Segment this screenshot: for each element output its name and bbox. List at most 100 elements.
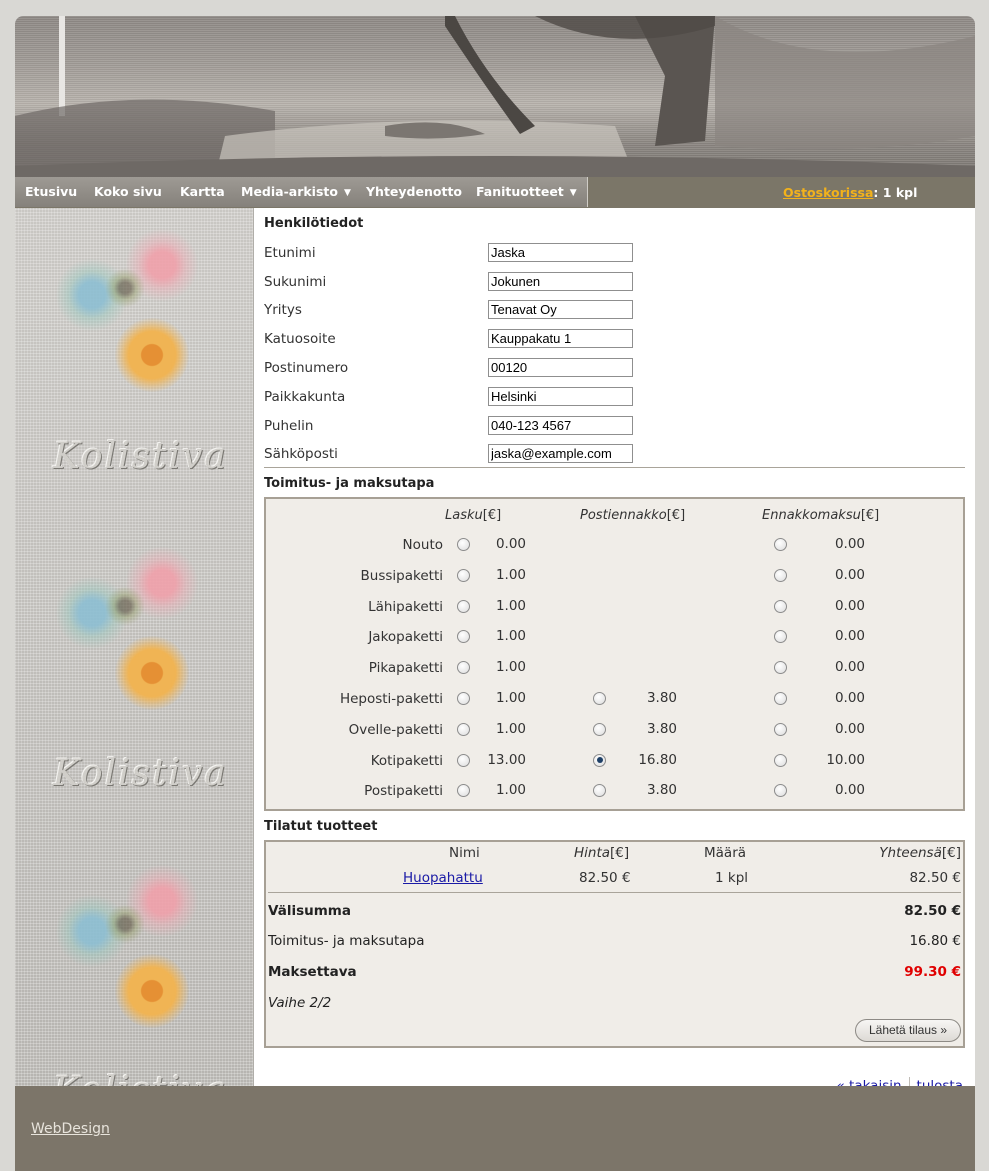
divider	[264, 467, 965, 468]
paikkakunta-field[interactable]	[488, 387, 633, 406]
label-paikkakunta: Paikkakunta	[264, 389, 346, 405]
delivery-method-label: Nouto	[402, 537, 443, 553]
price-ennakko: 0.00	[834, 720, 865, 737]
cart-status: Ostoskorissa: 1 kpl	[783, 185, 918, 200]
price-lasku: 1.00	[495, 659, 526, 676]
radio-ennakko[interactable]	[774, 784, 787, 798]
radio-ennakko[interactable]	[774, 722, 787, 736]
price-postiennakko: 3.80	[646, 690, 677, 706]
subtotal-value: 82.50 €	[904, 903, 961, 919]
page: Etusivu Koko sivu Kartta Media-arkisto ▼ …	[15, 16, 975, 1171]
price-ennakko: 0.00	[834, 597, 865, 614]
sidebar-decoration: Kolistiva Kolistiva Kolistiva	[15, 208, 254, 1086]
postinumero-field[interactable]	[488, 358, 633, 377]
radio-ennakko[interactable]	[774, 753, 787, 767]
submit-order-button[interactable]: Lähetä tilaus »	[855, 1019, 961, 1042]
flower-illustration	[55, 546, 215, 846]
sidebar-logo: Kolistiva	[53, 1070, 226, 1086]
delivery-method-label: Pikapaketti	[368, 660, 443, 677]
flower-illustration	[55, 228, 215, 528]
price-ennakko: 0.00	[834, 690, 865, 706]
label-katuosoite: Katuosoite	[264, 331, 336, 347]
section-title-products: Tilatut tuotteet	[264, 819, 378, 834]
label-puhelin: Puhelin	[264, 418, 314, 434]
price-lasku: 1.00	[495, 690, 526, 706]
sidebar-logo: Kolistiva	[53, 436, 228, 477]
divider	[268, 892, 961, 893]
price-lasku: 1.00	[495, 597, 526, 614]
nav-item-koko-sivu[interactable]: Koko sivu	[84, 177, 173, 207]
products-box: Nimi Hinta[€] Määrä Yhteensä[€] Huopahat…	[264, 840, 965, 1048]
webdesign-link[interactable]: WebDesign	[31, 1121, 110, 1137]
label-postinumero: Postinumero	[264, 360, 349, 376]
price-lasku: 0.00	[495, 536, 526, 552]
nav-item-fanituotteet[interactable]: Fanituotteet ▼	[466, 177, 588, 207]
radio-ennakko[interactable]	[774, 692, 787, 705]
column-header-yhteensa: Yhteensä[€]	[879, 845, 961, 861]
sidebar-logo: Kolistiva	[53, 753, 228, 794]
product-qty: 1 kpl	[715, 870, 749, 886]
nav-item-media-arkisto[interactable]: Media-arkisto ▼	[231, 177, 362, 207]
price-ennakko: 10.00	[826, 751, 865, 768]
column-header-postiennakko: Postiennakko[€]	[580, 508, 686, 523]
radio-postiennakko[interactable]	[593, 753, 606, 767]
chevron-down-icon: ▼	[343, 188, 351, 198]
label-etunimi: Etunimi	[264, 245, 316, 261]
header-banner-image	[15, 16, 975, 177]
etunimi-field[interactable]	[488, 243, 633, 262]
price-ennakko: 0.00	[834, 659, 865, 676]
price-postiennakko: 3.80	[646, 720, 677, 737]
price-ennakko: 0.00	[834, 782, 865, 799]
radio-postiennakko[interactable]	[593, 784, 606, 798]
yritys-field[interactable]	[488, 300, 633, 319]
step-indicator: Vaihe 2/2	[268, 995, 332, 1011]
nav-item-yhteydenotto[interactable]: Yhteydenotto	[356, 177, 474, 207]
katuosoite-field[interactable]	[488, 329, 633, 348]
column-header-maara: Määrä	[704, 845, 747, 861]
radio-ennakko[interactable]	[774, 538, 787, 551]
radio-ennakko[interactable]	[774, 661, 787, 675]
subtotal-label: Välisumma	[268, 903, 351, 919]
email-field[interactable]	[488, 444, 633, 463]
price-postiennakko: 3.80	[646, 782, 677, 799]
nav-item-kartta[interactable]: Kartta	[170, 177, 236, 207]
price-ennakko: 0.00	[834, 536, 865, 552]
delivery-method-label: Postipaketti	[364, 783, 443, 800]
price-lasku: 13.00	[487, 751, 526, 768]
column-header-nimi: Nimi	[449, 845, 480, 861]
price-ennakko: 0.00	[834, 566, 865, 583]
product-link[interactable]: Huopahattu	[403, 870, 483, 886]
chevron-down-icon: ▼	[569, 188, 577, 198]
main-navigation: Etusivu Koko sivu Kartta Media-arkisto ▼ …	[15, 177, 975, 208]
nav-item-etusivu[interactable]: Etusivu	[15, 177, 89, 207]
label-sahkoposti: Sähköposti	[264, 446, 338, 462]
column-header-lasku: Lasku[€]	[445, 508, 502, 523]
product-total: 82.50 €	[909, 870, 961, 886]
price-lasku: 1.00	[495, 782, 526, 799]
price-ennakko: 0.00	[834, 628, 865, 645]
flower-illustration	[55, 864, 215, 1086]
price-lasku: 1.00	[495, 628, 526, 645]
delivery-method-label: Ovelle-paketti	[348, 721, 443, 738]
column-header-hinta: Hinta[€]	[574, 845, 630, 861]
delivery-cost-label: Toimitus- ja maksutapa	[268, 933, 425, 949]
delivery-method-label: Bussipaketti	[360, 567, 443, 584]
radio-postiennakko[interactable]	[593, 722, 606, 736]
radio-postiennakko[interactable]	[593, 692, 606, 705]
label-yritys: Yritys	[264, 302, 302, 318]
price-lasku: 1.00	[495, 566, 526, 583]
section-title-delivery: Toimitus- ja maksutapa	[264, 476, 435, 491]
delivery-cost-value: 16.80 €	[909, 933, 961, 949]
column-header-ennakkomaksu: Ennakkomaksu[€]	[762, 508, 880, 523]
radio-ennakko[interactable]	[774, 630, 787, 644]
cart-link[interactable]: Ostoskorissa	[783, 185, 873, 200]
delivery-method-label: Lähipaketti	[368, 598, 443, 615]
puhelin-field[interactable]	[488, 416, 633, 435]
order-form: Henkilötiedot Etunimi Sukunimi Yritys Ka…	[264, 208, 969, 1095]
radio-ennakko[interactable]	[774, 568, 787, 582]
sukunimi-field[interactable]	[488, 272, 633, 291]
label-sukunimi: Sukunimi	[264, 274, 327, 290]
delivery-method-label: Kotipaketti	[370, 752, 443, 769]
delivery-options-box: Lasku[€] Postiennakko[€] Ennakkomaksu[€]…	[264, 497, 965, 811]
radio-ennakko[interactable]	[774, 599, 787, 613]
